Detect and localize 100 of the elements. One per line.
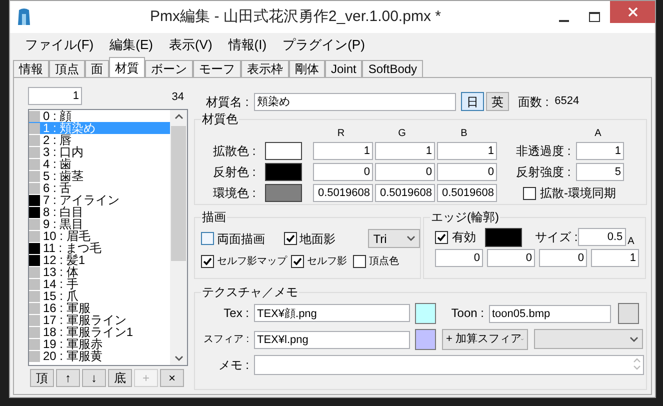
text-field[interactable]: 0.5019608 <box>437 184 497 202</box>
list-item[interactable]: 19 : 軍服赤 <box>29 338 170 350</box>
text-field[interactable]: 5 <box>576 163 624 181</box>
checkbox[interactable] <box>201 254 214 268</box>
tab[interactable]: Joint <box>325 60 362 77</box>
menu-item[interactable]: プラグイン(P) <box>282 35 365 55</box>
text-field[interactable]: 1 <box>437 142 497 160</box>
text-field[interactable]: 1 <box>313 142 373 160</box>
menu-item[interactable]: 表示(V) <box>168 35 212 55</box>
text-field[interactable]: 1 <box>28 87 82 105</box>
close-button[interactable] <box>610 1 655 23</box>
text-field[interactable]: 0 <box>437 163 497 181</box>
scroll-up-icon[interactable] <box>174 114 182 119</box>
color-swatch[interactable] <box>415 328 436 350</box>
color-swatch[interactable] <box>265 163 302 181</box>
text-field[interactable]: TEX¥顔.png <box>254 304 410 322</box>
list-button[interactable]: ↑ <box>56 369 80 387</box>
tab[interactable]: 材質 <box>109 57 145 77</box>
language-button[interactable]: 日 <box>461 92 484 111</box>
list-item[interactable]: 8 : 白目 <box>29 206 170 218</box>
checkbox[interactable] <box>291 254 304 268</box>
tab[interactable]: SoftBody <box>362 60 424 77</box>
checkbox[interactable] <box>201 232 214 245</box>
checkbox[interactable] <box>284 232 297 245</box>
color-swatch[interactable] <box>265 142 302 160</box>
item-label: 10 : 眉毛 <box>43 230 90 242</box>
list-item[interactable]: 15 : 爪 <box>29 290 170 302</box>
item-label: 5 : 歯茎 <box>43 170 84 182</box>
tab[interactable]: 頂点 <box>49 60 85 77</box>
text-field[interactable]: 0.5 <box>578 228 626 246</box>
text-field[interactable]: 0 <box>435 249 483 267</box>
list-item[interactable]: 17 : 軍服ライン <box>29 314 170 326</box>
group-title: エッジ(輪郭) <box>430 209 500 225</box>
color-swatch[interactable] <box>415 302 436 324</box>
text-field[interactable]: TEX¥l.png <box>254 330 410 348</box>
tab[interactable]: 表示枠 <box>241 60 289 77</box>
menu-item[interactable]: 情報(I) <box>228 35 267 55</box>
list-button[interactable]: ↓ <box>82 369 106 387</box>
text-field[interactable]: toon05.bmp <box>489 304 611 322</box>
list-button[interactable]: × <box>160 369 184 387</box>
language-button[interactable]: 英 <box>486 92 509 111</box>
text-field[interactable]: 0 <box>487 249 535 267</box>
scrollbar[interactable] <box>170 110 187 365</box>
checkbox-label: 頂点色 <box>369 254 399 268</box>
item-label: 16 : 軍服 <box>43 302 90 314</box>
text-field[interactable]: 0 <box>539 249 587 267</box>
text-field[interactable]: 1 <box>375 142 435 160</box>
list-item[interactable]: 13 : 体 <box>29 266 170 278</box>
text-field[interactable]: 0 <box>313 163 373 181</box>
tab[interactable]: 面 <box>85 60 109 77</box>
sphere-mode-select[interactable]: + 加算スフィア <box>442 328 528 350</box>
checkbox[interactable] <box>353 254 366 268</box>
tab[interactable]: ボーン <box>145 60 193 77</box>
text-field[interactable]: 0.5019608 <box>313 184 373 202</box>
text-field[interactable]: 1 <box>576 142 624 160</box>
text-field[interactable]: 頬染め <box>254 92 456 110</box>
color-swatch[interactable] <box>485 228 522 246</box>
list-item[interactable]: 11 : まつ毛 <box>29 242 170 254</box>
scroll-down-icon[interactable] <box>174 356 182 361</box>
list-item[interactable]: 9 : 黒目 <box>29 218 170 230</box>
item-label: 17 : 軍服ライン <box>43 314 126 326</box>
tab[interactable]: モーフ <box>193 60 241 77</box>
menu-item[interactable]: 編集(E) <box>110 35 153 55</box>
color-swatch[interactable] <box>618 302 639 324</box>
tab[interactable]: 情報 <box>13 60 49 77</box>
text-field[interactable]: 0.5019608 <box>375 184 435 202</box>
color-swatch[interactable] <box>265 184 302 202</box>
field-label: Tex : <box>222 305 249 322</box>
menu-item[interactable]: ファイル(F) <box>25 35 94 55</box>
mode-select[interactable]: Tri <box>368 229 420 248</box>
list-item[interactable]: 3 : 口内 <box>29 146 170 158</box>
checkbox[interactable] <box>435 230 448 244</box>
item-label: 19 : 軍服赤 <box>43 338 102 350</box>
list-item[interactable]: 12 : 髪1 <box>29 254 170 266</box>
list-button[interactable]: 頂 <box>30 369 54 387</box>
tab[interactable]: 剛体 <box>289 60 325 77</box>
checkbox[interactable] <box>523 186 536 200</box>
maximize-icon[interactable] <box>589 12 600 22</box>
chevron-down-icon <box>406 236 415 241</box>
list-item[interactable]: 2 : 唇 <box>29 134 170 146</box>
list-item[interactable]: 4 : 歯 <box>29 158 170 170</box>
checkbox-label: 有効 <box>452 229 476 246</box>
field-label: サイズ : <box>535 229 578 246</box>
list-item[interactable]: 16 : 軍服 <box>29 302 170 314</box>
list-item[interactable]: 7 : アイライン <box>29 194 170 206</box>
group-title: 描画 <box>201 209 227 225</box>
list-item[interactable]: 5 : 歯茎 <box>29 170 170 182</box>
list-item[interactable]: 14 : 手 <box>29 278 170 290</box>
field-label: スフィア : <box>203 332 249 346</box>
scroll-thumb[interactable] <box>171 126 186 261</box>
list-button[interactable]: 底 <box>108 369 132 387</box>
text-field[interactable]: 1 <box>591 249 639 267</box>
list-item[interactable]: 20 : 軍服黄 <box>29 350 170 362</box>
list-item[interactable]: 0 : 顔 <box>29 110 170 122</box>
text-field[interactable]: 0 <box>375 163 435 181</box>
memo-field[interactable] <box>254 355 644 375</box>
list-item[interactable]: 6 : 舌 <box>29 182 170 194</box>
field-label: 材質名 : <box>206 94 250 110</box>
list-item[interactable]: 10 : 眉毛 <box>29 230 170 242</box>
list-item[interactable]: 18 : 軍服ライン1 <box>29 326 170 338</box>
